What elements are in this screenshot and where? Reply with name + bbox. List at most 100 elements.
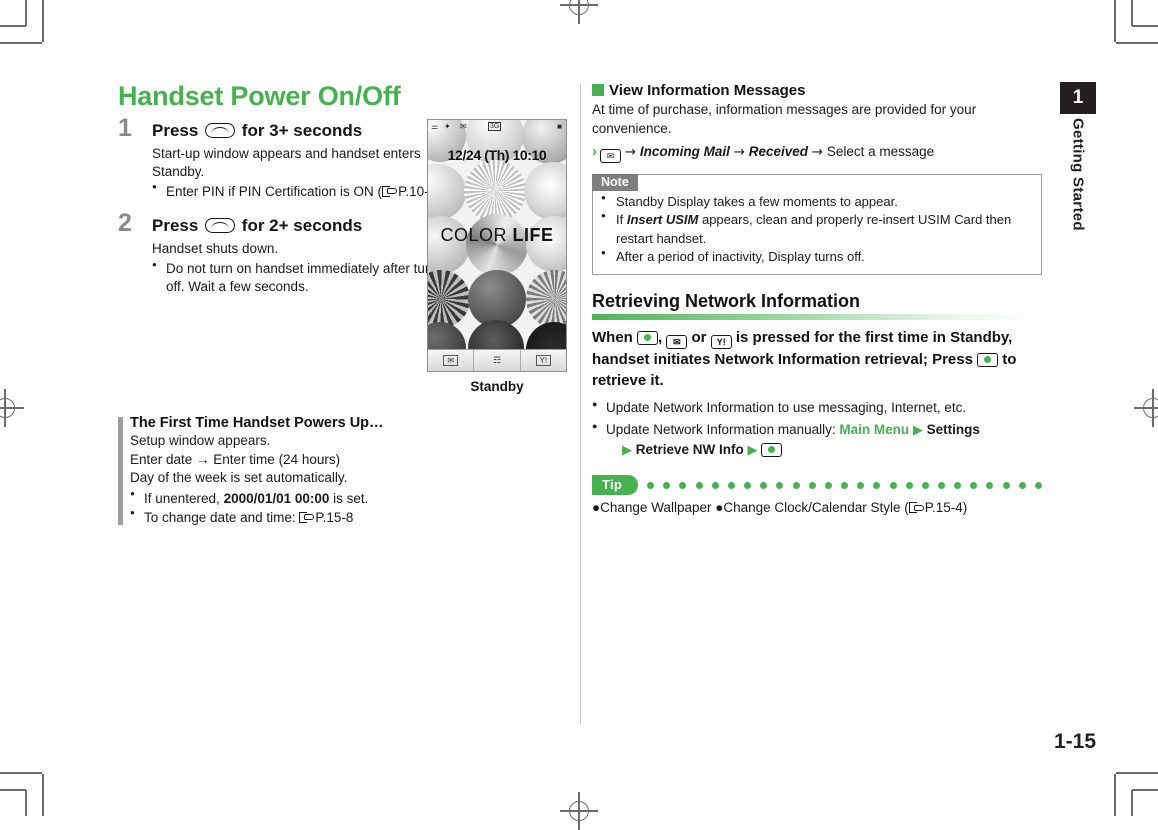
list-item: To change date and time: P.15-8: [130, 508, 530, 527]
mail-key-icon: ✉: [666, 334, 688, 349]
bullet-pre: If unentered,: [144, 490, 224, 506]
registration-mark-bottom: [560, 792, 598, 830]
list-item: Do not turn on handset immediately after…: [152, 260, 472, 296]
arrow-icon: →: [624, 144, 637, 161]
section-rule: [592, 313, 1042, 320]
triangle-icon: ▶: [747, 441, 758, 457]
tip-dot: [744, 481, 752, 489]
list-item: If Insert USIM appears, clean and proper…: [601, 210, 1031, 248]
menu-retrieve-nw-info: Retrieve NW Info: [635, 441, 744, 457]
tip-dot: [841, 481, 849, 489]
first-time-bullets: If unentered, 2000/01/01 00:00 is set. T…: [130, 489, 530, 527]
note-box: Note Standby Display takes a few moments…: [592, 173, 1042, 275]
tip-dot: [986, 481, 994, 489]
end-call-key-icon: [205, 122, 236, 138]
mail-key-icon: ✉: [600, 149, 621, 164]
step-2: 2 Press for 2+ seconds Handset shuts dow…: [118, 210, 472, 296]
signal-icon: ⚌: [431, 122, 439, 131]
tip-dot: [792, 481, 800, 489]
softkey-menu-icon[interactable]: ☶: [474, 350, 521, 371]
tip-dot: [970, 481, 978, 489]
crop-mark-bl-v2: [42, 774, 44, 816]
battery-icon: ■: [557, 122, 562, 131]
note-pre: After a period of inactivity, Display tu…: [616, 249, 865, 265]
screenshot-caption: Standby: [470, 379, 524, 394]
list-item: If unentered, 2000/01/01 00:00 is set.: [130, 489, 530, 508]
standby-screenshot: ⚌ ✦ ✉ 3G ■ 12/24 (Th) 10:10 COLOR LIFE ✉…: [427, 119, 567, 394]
first-time-line: Setup window appears.: [130, 433, 271, 448]
crop-mark-tr-h2: [1116, 42, 1158, 44]
crop-mark-tr-h: [1132, 25, 1158, 27]
tip-dot: [937, 481, 945, 489]
tip-tag: Tip: [592, 475, 639, 496]
info-messages-heading-text: View Information Messages: [609, 82, 806, 99]
tip-dot: [1018, 481, 1026, 489]
secure-icon: ✦: [444, 122, 451, 131]
step-1-heading-post: for 3+ seconds: [241, 120, 363, 140]
note-pre: Standby Display takes a few moments to a…: [616, 193, 898, 209]
tip-dot: [679, 481, 687, 489]
network-3g-icon: 3G: [488, 122, 502, 131]
tip-body-ref: P.15-4): [924, 500, 968, 516]
crop-mark-br-v2: [1114, 774, 1116, 816]
crop-mark-tl-h2: [0, 42, 42, 44]
tip-dot: [663, 481, 671, 489]
page-number: 1-15: [1053, 730, 1096, 753]
crop-mark-bl-h: [0, 789, 26, 791]
crop-mark-tr-v: [1131, 0, 1133, 26]
crop-mark-tl-v: [25, 0, 27, 26]
step-1-bullets: Enter PIN if PIN Certification is ON (P.…: [152, 182, 472, 201]
phone-softkey-bar: ✉ ☶ Y!: [428, 349, 566, 371]
tip-dot: [727, 481, 735, 489]
first-time-powerup-block: The First Time Handset Powers Up… Setup …: [118, 415, 530, 527]
list-item: Enter PIN if PIN Certification is ON (P.…: [152, 182, 472, 201]
chapter-tab-number: 1: [1060, 82, 1096, 114]
note-bold: Insert USIM: [626, 212, 699, 228]
step-1: 1 Press for 3+ seconds Start-up window a…: [118, 115, 472, 201]
page-title: Handset Power On/Off: [118, 81, 401, 111]
info-messages-heading: View Information Messages: [592, 82, 1042, 99]
page-reference-icon: [382, 185, 398, 198]
page-reference-icon: [299, 511, 315, 524]
column-divider: [580, 84, 581, 724]
green-square-bullet-icon: [592, 84, 604, 96]
page-reference-icon: [908, 501, 924, 514]
step-1-heading-pre: Press: [152, 120, 199, 140]
bullet-post: P.15-8: [315, 509, 354, 525]
bullet-post: is set.: [329, 490, 369, 506]
brand-text-light: COLOR: [440, 225, 513, 245]
triangle-icon: ▶: [622, 441, 632, 457]
step-2-body: Handset shuts down.: [152, 241, 279, 257]
bullet-bold: 2000/01/01 00:00: [223, 490, 330, 506]
network-lead-paragraph: When , ✉ or Y! is pressed for the first …: [592, 327, 1042, 392]
softkey-mail-icon[interactable]: ✉: [428, 350, 475, 371]
tip-dot: [921, 481, 929, 489]
center-key-icon: [761, 442, 783, 457]
bullet-pre: Update Network Information manually:: [606, 421, 840, 437]
info-messages-body: At time of purchase, information message…: [592, 102, 977, 136]
crop-mark-tr-v2: [1114, 0, 1116, 42]
lead-part-3: or: [691, 328, 707, 346]
tip-body-text: ●Change Wallpaper ●Change Clock/Calendar…: [592, 500, 909, 516]
network-section-heading: Retrieving Network Information: [592, 290, 861, 311]
yahoo-key-icon: Y!: [710, 334, 732, 349]
tip-dot-rule: [647, 481, 1042, 489]
registration-mark-top: [560, 0, 598, 24]
tip-dot: [776, 481, 784, 489]
bullet-pre: To change date and time:: [144, 509, 300, 525]
step-2-number: 2: [118, 208, 132, 237]
tip-dot: [760, 481, 768, 489]
first-time-line: Enter date → Enter time (24 hours): [130, 451, 341, 467]
first-time-line: Day of the week is set automatically.: [130, 470, 348, 486]
first-time-title: The First Time Handset Powers Up…: [130, 415, 384, 431]
crop-mark-bl-h2: [0, 772, 42, 774]
crop-mark-bl-v: [25, 790, 27, 816]
manual-page: Handset Power On/Off 1 Press for 3+ seco…: [0, 0, 1158, 830]
softkey-yahoo-icon[interactable]: Y!: [521, 350, 566, 371]
operation-chevron-icon: ›: [592, 143, 597, 161]
step-2-bullets: Do not turn on handset immediately after…: [152, 260, 472, 296]
tip-dot: [647, 481, 655, 489]
registration-mark-right: [1134, 389, 1158, 427]
list-item: Standby Display takes a few moments to a…: [601, 192, 1031, 211]
tip-dot: [873, 481, 881, 489]
